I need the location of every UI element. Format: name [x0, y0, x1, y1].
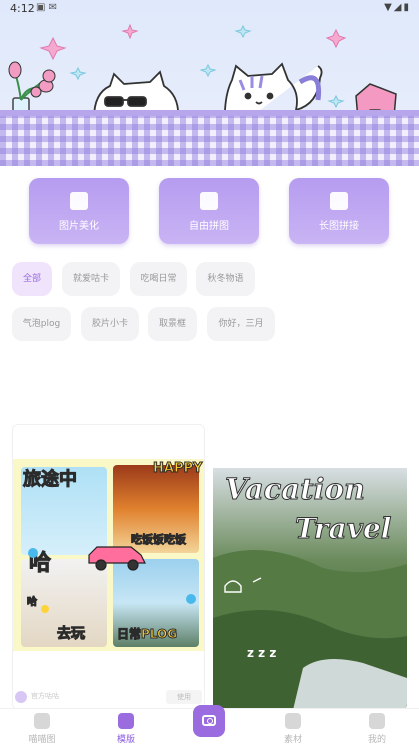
- camera-icon: [202, 715, 216, 726]
- free-collage-icon: [200, 192, 218, 210]
- doodle-zzz: z z z: [247, 646, 277, 660]
- free-collage-label: 自由拼图: [189, 221, 229, 232]
- nav-profile[interactable]: 我的: [347, 713, 407, 745]
- use-template-button[interactable]: 使用: [166, 690, 202, 704]
- nav-templates[interactable]: 模版: [96, 713, 156, 745]
- tag-goo-card[interactable]: 就爱咕卡: [62, 262, 120, 296]
- template-card-vacation[interactable]: Vacation Travel z z z: [213, 424, 407, 710]
- notification-icons: ▣ ✉: [36, 2, 58, 13]
- tablecloth: [0, 116, 419, 166]
- photo-beautify-label: 图片美化: [59, 221, 99, 232]
- tag-hello-march[interactable]: 你好，三月: [207, 307, 275, 341]
- nav-templates-label: 模版: [116, 735, 135, 745]
- photo-beautify-button[interactable]: 图片美化: [29, 178, 129, 244]
- card-footer: 官方咕咕 使用: [13, 685, 204, 709]
- tag-daily-food[interactable]: 吃喝日常: [130, 262, 187, 296]
- hero-banner[interactable]: [0, 0, 419, 166]
- bottom-navigation: 喵喵图 模版 素材 我的: [0, 705, 419, 746]
- nav-stickers[interactable]: 素材: [263, 713, 323, 745]
- long-image-label: 长图拼接: [319, 221, 359, 232]
- long-image-button[interactable]: 长图拼接: [289, 178, 389, 244]
- travel-title: Travel: [294, 512, 392, 546]
- collage-doodles: [28, 546, 196, 613]
- tag-autumn-winter[interactable]: 秋冬物语: [196, 262, 255, 296]
- vacation-photo: Vacation Travel z z z: [213, 468, 407, 710]
- nav-profile-label: 我的: [367, 735, 386, 745]
- nav-stickers-label: 素材: [283, 735, 302, 745]
- nav-home[interactable]: 喵喵图: [12, 713, 72, 745]
- template-icon: [118, 713, 134, 729]
- free-collage-button[interactable]: 自由拼图: [159, 178, 259, 244]
- nav-home-label: 喵喵图: [28, 735, 56, 745]
- template-card-travel-collage[interactable]: 旅途中 HAPPY 吃饭饭吃饭 哈 哈 去玩 日常PLOG 官方咕咕 使用: [12, 424, 205, 710]
- system-icons: ▼◢▮: [384, 2, 411, 13]
- vacation-title: Vacation: [225, 472, 366, 507]
- tag-viewfinder[interactable]: 取景框: [148, 307, 197, 341]
- cat-home-icon: [34, 713, 50, 729]
- status-bar: 4:12 ▣ ✉ ▼◢▮: [0, 0, 419, 18]
- tag-bubble-plog[interactable]: 气泡plog: [12, 307, 71, 341]
- status-time: 4:12: [10, 2, 35, 15]
- profile-cat-icon: [369, 713, 385, 729]
- collage-preview: 旅途中 HAPPY 吃饭饭吃饭 哈 哈 去玩 日常PLOG: [13, 459, 204, 651]
- magic-photo-icon: [70, 192, 88, 210]
- tag-film-card[interactable]: 胶片小卡: [81, 307, 139, 341]
- long-image-icon: [330, 192, 348, 210]
- tag-all[interactable]: 全部: [12, 262, 52, 296]
- author-avatar: [15, 691, 27, 703]
- sticker-icon: [285, 713, 301, 729]
- camera-button[interactable]: [193, 705, 225, 737]
- author-name: 官方咕咕: [31, 692, 59, 700]
